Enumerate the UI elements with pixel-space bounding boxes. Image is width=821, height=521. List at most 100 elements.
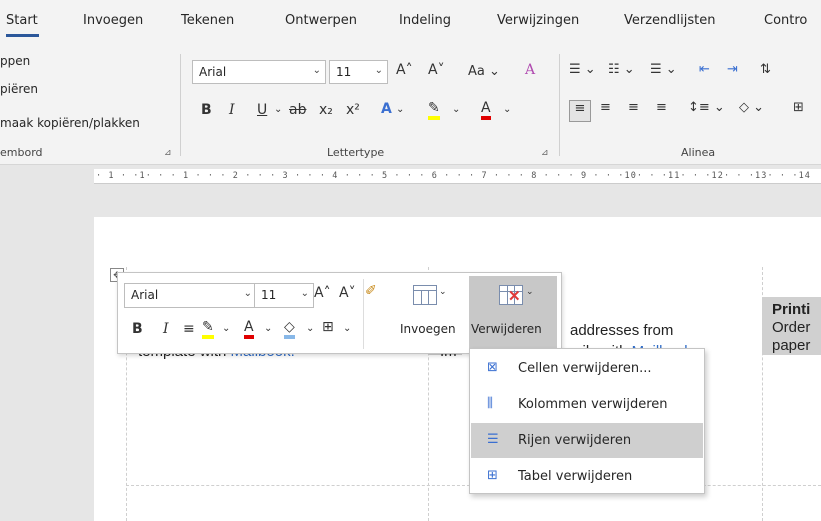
grow-font-button[interactable]: A˄ bbox=[396, 62, 413, 78]
font-color-button[interactable]: A bbox=[481, 100, 491, 120]
active-tab-indicator bbox=[6, 34, 39, 37]
font-name-combo[interactable]: Arial ⌄ bbox=[192, 60, 326, 84]
line-spacing-icon[interactable]: ↕≡ ⌄ bbox=[688, 100, 725, 115]
tab-verzendlijsten[interactable]: Verzendlijsten bbox=[624, 13, 715, 28]
mini-toolbar: Arial ⌄ 11 ⌄ A˄ A˅ ✐ B I ≡ ✎ ⌄ A ⌄ ◇ ⌄ ⊞… bbox=[117, 272, 562, 354]
font-launcher-icon[interactable]: ⊿ bbox=[541, 147, 549, 158]
tab-ontwerpen[interactable]: Ontwerpen bbox=[285, 13, 357, 28]
menu-item-label: Cellen verwijderen... bbox=[518, 361, 652, 376]
chevron-down-icon[interactable]: ⌄ bbox=[264, 323, 272, 334]
decrease-indent-icon[interactable]: ⇤ bbox=[699, 62, 710, 77]
mini-grow-font-button[interactable]: A˄ bbox=[314, 285, 331, 301]
clear-formatting-icon[interactable]: A bbox=[525, 62, 535, 78]
change-case-button[interactable]: Aa ⌄ bbox=[468, 64, 500, 79]
format-painter-button[interactable]: maak kopiëren/plakken bbox=[0, 116, 140, 130]
mini-center-icon[interactable]: ≡ bbox=[183, 321, 195, 337]
chevron-down-icon: ⌄ bbox=[439, 286, 447, 296]
mini-font-size-combo[interactable]: 11 ⌄ bbox=[254, 283, 314, 308]
copy-button[interactable]: piëren bbox=[0, 82, 38, 96]
ribbon-tab-bar: Start Invoegen Tekenen Ontwerpen Indelin… bbox=[0, 0, 821, 42]
horizontal-ruler[interactable]: · 1 · ·1· · · 1 · · · 2 · · · 3 · · · 4 … bbox=[94, 169, 821, 184]
numbering-icon[interactable]: ☷ ⌄ bbox=[608, 62, 635, 77]
mini-shrink-font-button[interactable]: A˅ bbox=[339, 285, 356, 301]
font-group-label: Lettertype bbox=[327, 146, 385, 159]
tab-start[interactable]: Start bbox=[6, 13, 38, 28]
mini-bold-button[interactable]: B bbox=[132, 321, 143, 337]
chevron-down-icon[interactable]: ⌄ bbox=[503, 104, 511, 115]
tab-controleren[interactable]: Contro bbox=[764, 13, 807, 28]
tab-verwijzingen[interactable]: Verwijzingen bbox=[497, 13, 579, 28]
insert-button[interactable]: ⌄ Invoegen bbox=[368, 276, 466, 350]
cell2-text: addresses from bbox=[570, 322, 674, 339]
shading-icon[interactable]: ◇ ⌄ bbox=[739, 100, 764, 115]
chevron-down-icon[interactable]: ⌄ bbox=[222, 323, 230, 334]
mini-font-color-icon[interactable]: A bbox=[244, 319, 254, 339]
bullets-icon[interactable]: ☰ ⌄ bbox=[569, 62, 596, 77]
superscript-button[interactable]: x² bbox=[346, 102, 360, 118]
multilevel-list-icon[interactable]: ☰ ⌄ bbox=[650, 62, 677, 77]
delete-cells-icon: ⊠ bbox=[487, 360, 498, 375]
increase-indent-icon[interactable]: ⇥ bbox=[727, 62, 738, 77]
delete-label: Verwijderen bbox=[471, 322, 542, 336]
ruler-scale: · 1 · ·1· · · 1 · · · 2 · · · 3 · · · 4 … bbox=[96, 171, 812, 181]
mini-borders-icon[interactable]: ⊞ bbox=[322, 319, 334, 335]
chevron-down-icon[interactable]: ⌄ bbox=[274, 104, 282, 115]
font-name-value: Arial bbox=[199, 65, 227, 79]
italic-button[interactable]: I bbox=[229, 102, 235, 118]
sort-icon[interactable]: ⇅ bbox=[760, 62, 771, 77]
tab-indeling[interactable]: Indeling bbox=[399, 13, 451, 28]
insert-table-icon bbox=[413, 285, 437, 305]
clipboard-launcher-icon[interactable]: ⊿ bbox=[164, 147, 172, 158]
shrink-font-button[interactable]: A˅ bbox=[428, 62, 445, 78]
insert-label: Invoegen bbox=[400, 322, 456, 336]
menu-item-delete-rows[interactable]: ☰ Rijen verwijderen bbox=[471, 423, 703, 458]
chevron-down-icon: ⌄ bbox=[243, 288, 252, 299]
chevron-down-icon: ⌄ bbox=[374, 65, 383, 76]
table-line bbox=[421, 290, 422, 304]
change-case-label: Aa bbox=[468, 64, 485, 79]
font-size-combo[interactable]: 11 ⌄ bbox=[329, 60, 388, 84]
paragraph-group-label: Alinea bbox=[681, 146, 716, 159]
ribbon: ppen piëren maak kopiëren/plakken embord… bbox=[0, 42, 821, 165]
cell3-heading: Printi bbox=[772, 301, 811, 318]
mini-font-name-value: Arial bbox=[131, 288, 159, 302]
mini-shading-icon[interactable]: ◇ bbox=[284, 319, 295, 339]
delete-button[interactable]: ✕ ⌄ Verwijderen bbox=[469, 276, 557, 350]
chevron-down-icon: ⌄ bbox=[300, 288, 309, 299]
document-page[interactable]: template with Mailbook. Im addresses fro… bbox=[94, 217, 821, 521]
delete-columns-icon: ⫼ bbox=[487, 396, 493, 411]
tab-tekenen[interactable]: Tekenen bbox=[181, 13, 234, 28]
chevron-down-icon[interactable]: ⌄ bbox=[343, 323, 351, 334]
text-effects-button[interactable]: A bbox=[381, 101, 392, 117]
delete-table-icon: ⊞ bbox=[487, 468, 498, 483]
chevron-down-icon[interactable]: ⌄ bbox=[396, 104, 404, 115]
delete-menu: ⊠ Cellen verwijderen... ⫼ Kolommen verwi… bbox=[469, 348, 705, 494]
cell3-line2: Order bbox=[772, 319, 811, 336]
mini-highlight-icon[interactable]: ✎ bbox=[202, 319, 214, 339]
mini-font-name-combo[interactable]: Arial ⌄ bbox=[124, 283, 257, 308]
chevron-down-icon: ⌄ bbox=[312, 65, 321, 76]
cut-button[interactable]: ppen bbox=[0, 54, 30, 68]
strikethrough-button[interactable]: ab bbox=[289, 102, 306, 118]
delete-rows-icon: ☰ bbox=[487, 432, 499, 447]
table-line bbox=[428, 290, 429, 304]
menu-item-delete-columns[interactable]: ⫼ Kolommen verwijderen bbox=[471, 387, 703, 422]
align-left-icon[interactable]: ≡ bbox=[569, 100, 591, 122]
menu-item-delete-cells[interactable]: ⊠ Cellen verwijderen... bbox=[471, 351, 703, 386]
justify-icon[interactable]: ≡ bbox=[656, 100, 667, 115]
tab-invoegen[interactable]: Invoegen bbox=[83, 13, 143, 28]
subscript-button[interactable]: x₂ bbox=[319, 102, 333, 118]
chevron-down-icon[interactable]: ⌄ bbox=[452, 104, 460, 115]
highlight-icon[interactable]: ✎ bbox=[428, 100, 440, 120]
align-center-icon[interactable]: ≡ bbox=[600, 100, 611, 115]
align-right-icon[interactable]: ≡ bbox=[628, 100, 639, 115]
menu-item-delete-table[interactable]: ⊞ Tabel verwijderen bbox=[471, 459, 703, 494]
table-gridline bbox=[762, 267, 763, 521]
chevron-down-icon[interactable]: ⌄ bbox=[306, 323, 314, 334]
mini-italic-button[interactable]: I bbox=[163, 321, 169, 337]
underline-button[interactable]: U bbox=[257, 102, 267, 118]
group-separator bbox=[180, 54, 181, 156]
borders-icon[interactable]: ⊞ bbox=[793, 100, 804, 115]
bold-button[interactable]: B bbox=[201, 102, 212, 118]
toolbar-separator bbox=[363, 279, 364, 349]
